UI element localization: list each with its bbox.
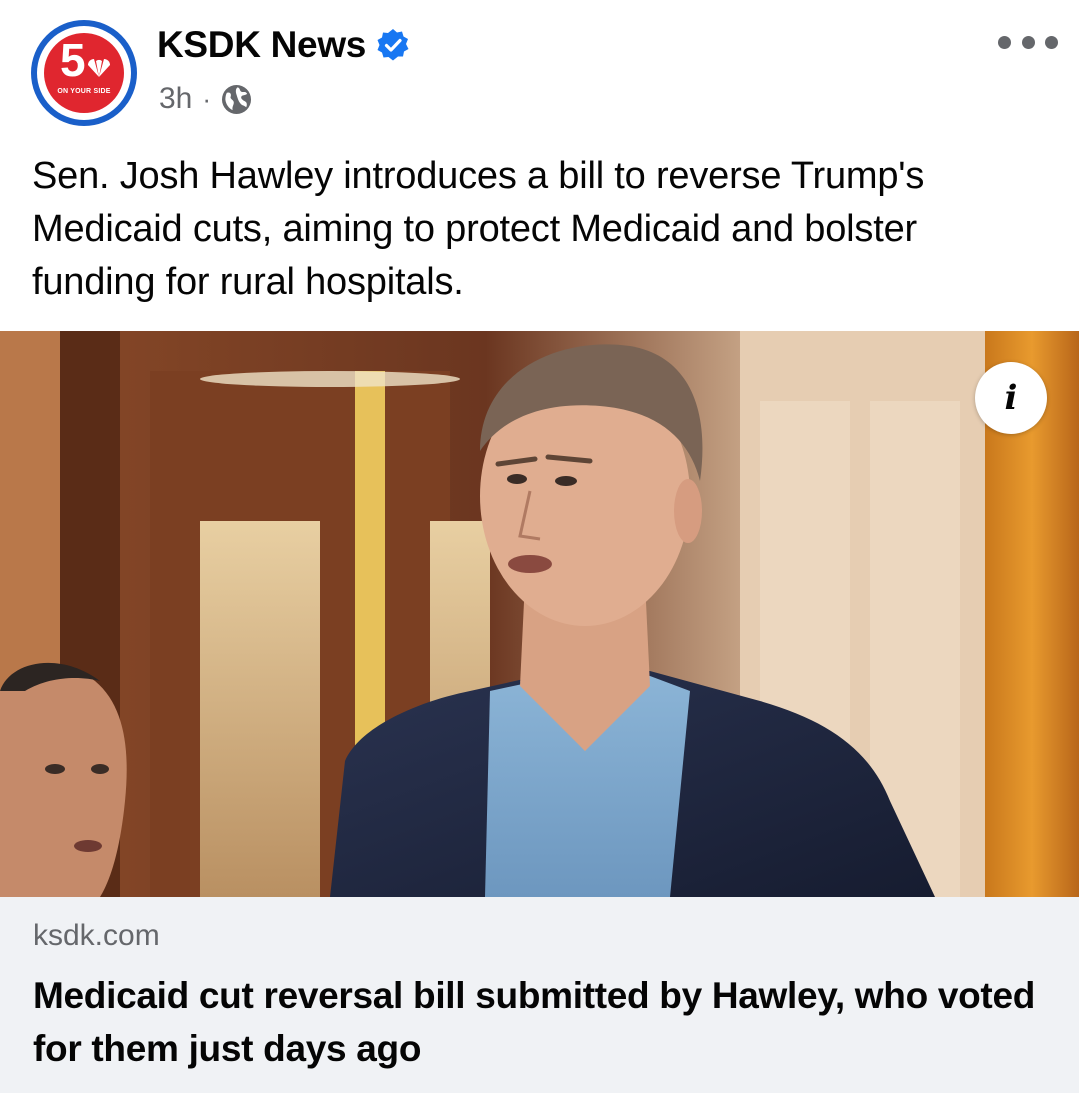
post-meta: 3h · [159, 80, 252, 118]
post-timestamp[interactable]: 3h [159, 82, 192, 116]
post-caption: Sen. Josh Hawley introduces a bill to re… [32, 155, 925, 303]
more-dot [1045, 35, 1058, 49]
post-photo[interactable] [0, 331, 1079, 897]
page-name[interactable]: KSDK News [157, 24, 366, 66]
verified-badge-icon [377, 29, 409, 61]
peacock-icon [88, 59, 110, 77]
logo-number: 5 [60, 34, 86, 86]
meta-separator: · [202, 83, 212, 114]
info-icon[interactable]: i [975, 362, 1047, 434]
avatar-ring: 5 ON YOUR SIDE [37, 26, 131, 120]
photo-illustration [0, 331, 1079, 897]
page-avatar[interactable]: 5 ON YOUR SIDE [31, 20, 137, 126]
ksdk-logo: 5 ON YOUR SIDE [44, 33, 124, 113]
post-author-row: KSDK News [157, 22, 410, 68]
globe-icon[interactable] [221, 84, 252, 115]
link-domain: ksdk.com [33, 919, 160, 952]
link-title[interactable]: Medicaid cut reversal bill submitted by … [33, 969, 1053, 1075]
facebook-post: 5 ON YOUR SIDE KSDK News 3h · Sen. Josh … [0, 0, 1079, 1093]
more-dot [1021, 35, 1035, 49]
link-preview[interactable]: ksdk.com Medicaid cut reversal bill subm… [0, 897, 1079, 1093]
logo-slogan: ON YOUR SIDE [57, 88, 111, 95]
more-options-button[interactable] [998, 28, 1058, 56]
more-dot [998, 35, 1011, 49]
